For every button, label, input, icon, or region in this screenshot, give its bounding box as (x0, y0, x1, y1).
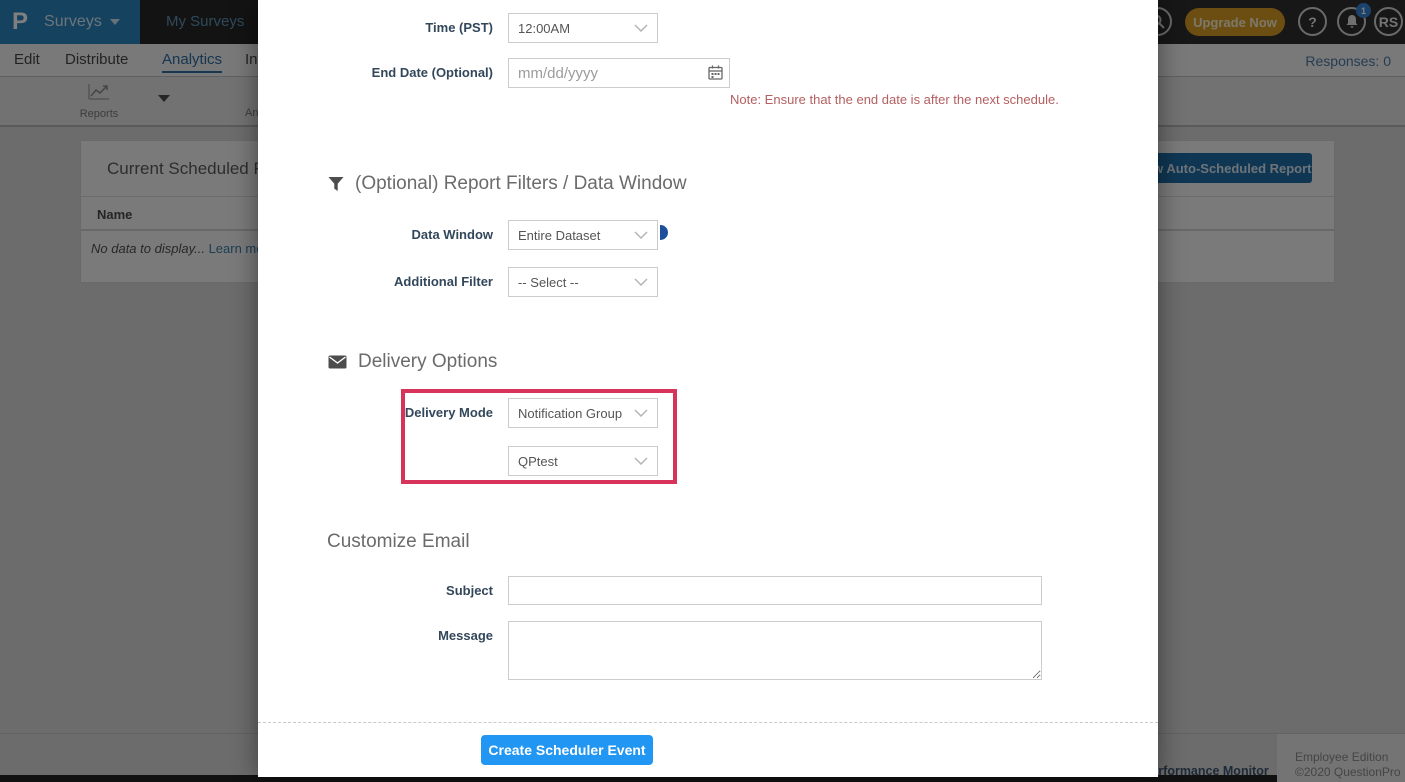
calendar-icon[interactable] (708, 65, 723, 85)
data-window-label: Data Window (258, 227, 493, 242)
time-label: Time (PST) (258, 20, 493, 35)
filters-section-heading: (Optional) Report Filters / Data Window (328, 173, 687, 195)
customize-email-heading: Customize Email (327, 531, 470, 553)
chevron-down-icon (634, 231, 648, 239)
time-select[interactable]: 12:00AM (508, 13, 658, 43)
scheduler-modal: Time (PST) 12:00AM End Date (Optional) N… (258, 0, 1158, 777)
end-date-note: Note: Ensure that the end date is after … (730, 92, 1059, 107)
create-scheduler-event-button[interactable]: Create Scheduler Event (481, 735, 653, 765)
delivery-mode-value: Notification Group (518, 406, 622, 421)
info-icon[interactable] (660, 225, 668, 240)
additional-filter-select[interactable]: -- Select -- (508, 267, 658, 297)
message-textarea[interactable] (508, 621, 1042, 680)
subject-input[interactable] (508, 576, 1042, 605)
delivery-section-heading: Delivery Options (328, 351, 497, 373)
chevron-down-icon (634, 457, 648, 465)
end-date-input[interactable] (508, 58, 730, 88)
end-date-field-wrap (508, 58, 730, 88)
divider (258, 722, 1158, 723)
notification-group-select[interactable]: QPtest (508, 446, 658, 476)
end-date-label: End Date (Optional) (258, 65, 493, 80)
subject-label: Subject (258, 583, 493, 598)
message-label: Message (258, 628, 493, 643)
data-window-value: Entire Dataset (518, 228, 600, 243)
app-screen: P Surveys My Surveys Upgrade Now ? 1 RS … (0, 0, 1405, 782)
notification-group-value: QPtest (518, 454, 558, 469)
additional-filter-label: Additional Filter (258, 274, 493, 289)
filters-heading-label: (Optional) Report Filters / Data Window (355, 173, 687, 195)
chevron-down-icon (634, 278, 648, 286)
chevron-down-icon (634, 409, 648, 417)
delivery-heading-label: Delivery Options (358, 351, 497, 373)
time-select-value: 12:00AM (518, 21, 570, 36)
additional-filter-value: -- Select -- (518, 275, 579, 290)
envelope-icon (328, 355, 347, 369)
delivery-mode-label: Delivery Mode (258, 405, 493, 420)
filter-icon (328, 176, 344, 192)
chevron-down-icon (634, 24, 648, 32)
data-window-select[interactable]: Entire Dataset (508, 220, 658, 250)
delivery-mode-select[interactable]: Notification Group (508, 398, 658, 428)
